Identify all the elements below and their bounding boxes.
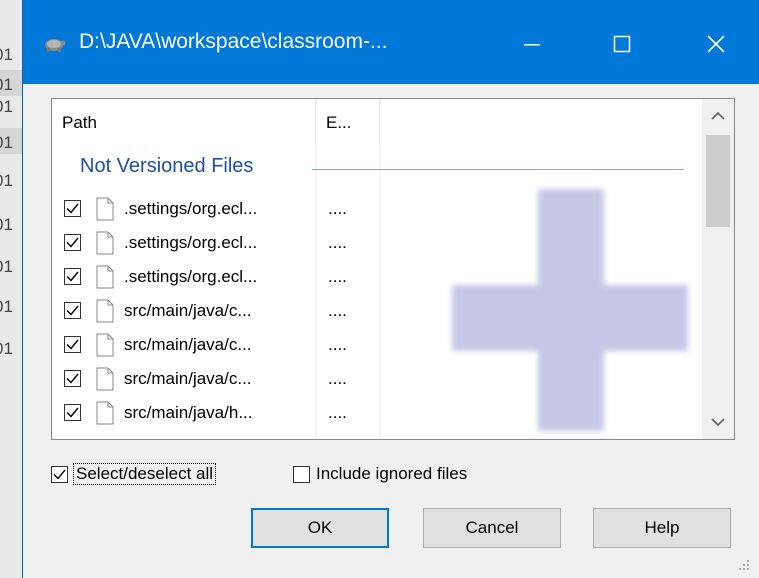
file-extension: .... [328,199,347,218]
row-checkbox[interactable] [64,370,81,387]
chevron-up-icon [711,111,725,120]
list-item[interactable]: .settings/org.ecl... .... [52,193,382,227]
row-checkbox[interactable] [64,302,81,319]
resize-grip-icon[interactable] [737,558,751,572]
column-header-path[interactable]: Path [52,99,316,147]
include-ignored-label: Include ignored files [316,464,468,483]
file-path: .settings/org.ecl... [124,233,258,252]
checkmark-icon [66,237,79,248]
row-checkbox[interactable] [64,404,81,421]
list-item[interactable]: .settings/org.ecl... .... [52,227,382,261]
select-all-label: Select/deselect all [72,463,217,485]
background-window: 01 01 01 01 01 01 01 01 01 [0,0,22,578]
file-icon [96,367,114,391]
background-row: 01 [0,97,13,116]
background-row: 01 [0,257,13,276]
checkmark-icon [66,305,79,316]
row-checkbox[interactable] [64,200,81,217]
list-item[interactable]: src/main/java/c... .... [52,329,382,363]
background-row: 01 [0,171,13,190]
checkmark-icon [66,407,79,418]
file-extension: .... [328,335,347,354]
title-bar[interactable]: D:\JAVA\workspace\classroom-... [23,0,759,84]
close-icon [707,35,725,53]
changes-list[interactable]: Path E... Not Versioned Files .settings/… [51,98,735,440]
file-icon [96,231,114,255]
window-title: D:\JAVA\workspace\classroom-... [79,30,388,53]
file-path: src/main/java/c... [124,369,252,388]
row-checkbox[interactable] [64,268,81,285]
list-item[interactable]: src/main/java/h... .... [52,397,382,431]
file-extension: .... [328,233,347,252]
file-extension: .... [328,369,347,388]
file-icon [96,401,114,425]
file-path: src/main/java/c... [124,301,252,320]
checkmark-icon [66,339,79,350]
file-path: src/main/java/c... [124,335,252,354]
scroll-down-button[interactable] [702,405,734,439]
ok-button[interactable]: OK [251,508,389,548]
close-button[interactable] [683,18,749,70]
cancel-button[interactable]: Cancel [423,508,561,548]
scroll-up-button[interactable] [702,99,734,133]
background-row: 01 [0,45,13,64]
list-item[interactable]: .settings/org.ecl... .... [52,261,382,295]
vertical-scrollbar[interactable] [702,99,734,439]
file-path: .settings/org.ecl... [124,267,258,286]
checkmark-icon [66,271,79,282]
plus-icon [452,189,688,431]
group-header: Not Versioned Files [80,155,260,178]
maximize-icon [613,35,631,53]
checkmark-icon [66,373,79,384]
group-divider [312,169,684,170]
file-path: src/main/java/h... [124,403,253,422]
file-path: .settings/org.ecl... [124,199,258,218]
file-icon [96,299,114,323]
maximize-button[interactable] [589,18,655,70]
background-row: 01 [0,128,22,154]
checkmark-icon [66,203,79,214]
row-checkbox[interactable] [64,234,81,251]
minimize-button[interactable] [499,18,565,70]
file-icon [96,265,114,289]
help-button[interactable]: Help [593,508,731,548]
file-icon [96,333,114,357]
select-all-box[interactable] [51,465,68,483]
include-ignored-checkbox[interactable]: Include ignored files [293,462,467,486]
file-icon [96,197,114,221]
scroll-thumb[interactable] [706,135,730,227]
background-row: 01 [0,215,13,234]
checkmark-icon [53,469,66,480]
file-extension: .... [328,301,347,320]
list-item[interactable]: src/main/java/c... .... [52,363,382,397]
background-row: 01 [0,297,13,316]
list-item[interactable]: src/main/java/c... .... [52,295,382,329]
file-extension: .... [328,403,347,422]
include-ignored-box[interactable] [293,465,310,483]
file-extension: .... [328,267,347,286]
background-row: 01 [0,339,13,358]
select-all-checkbox[interactable]: Select/deselect all [51,462,217,486]
chevron-down-icon [711,418,725,427]
commit-dialog: D:\JAVA\workspace\classroom-... Path E..… [22,0,759,578]
row-checkbox[interactable] [64,336,81,353]
tortoise-icon [45,39,66,52]
minimize-icon [524,44,540,46]
column-header-extension[interactable]: E... [316,99,380,147]
